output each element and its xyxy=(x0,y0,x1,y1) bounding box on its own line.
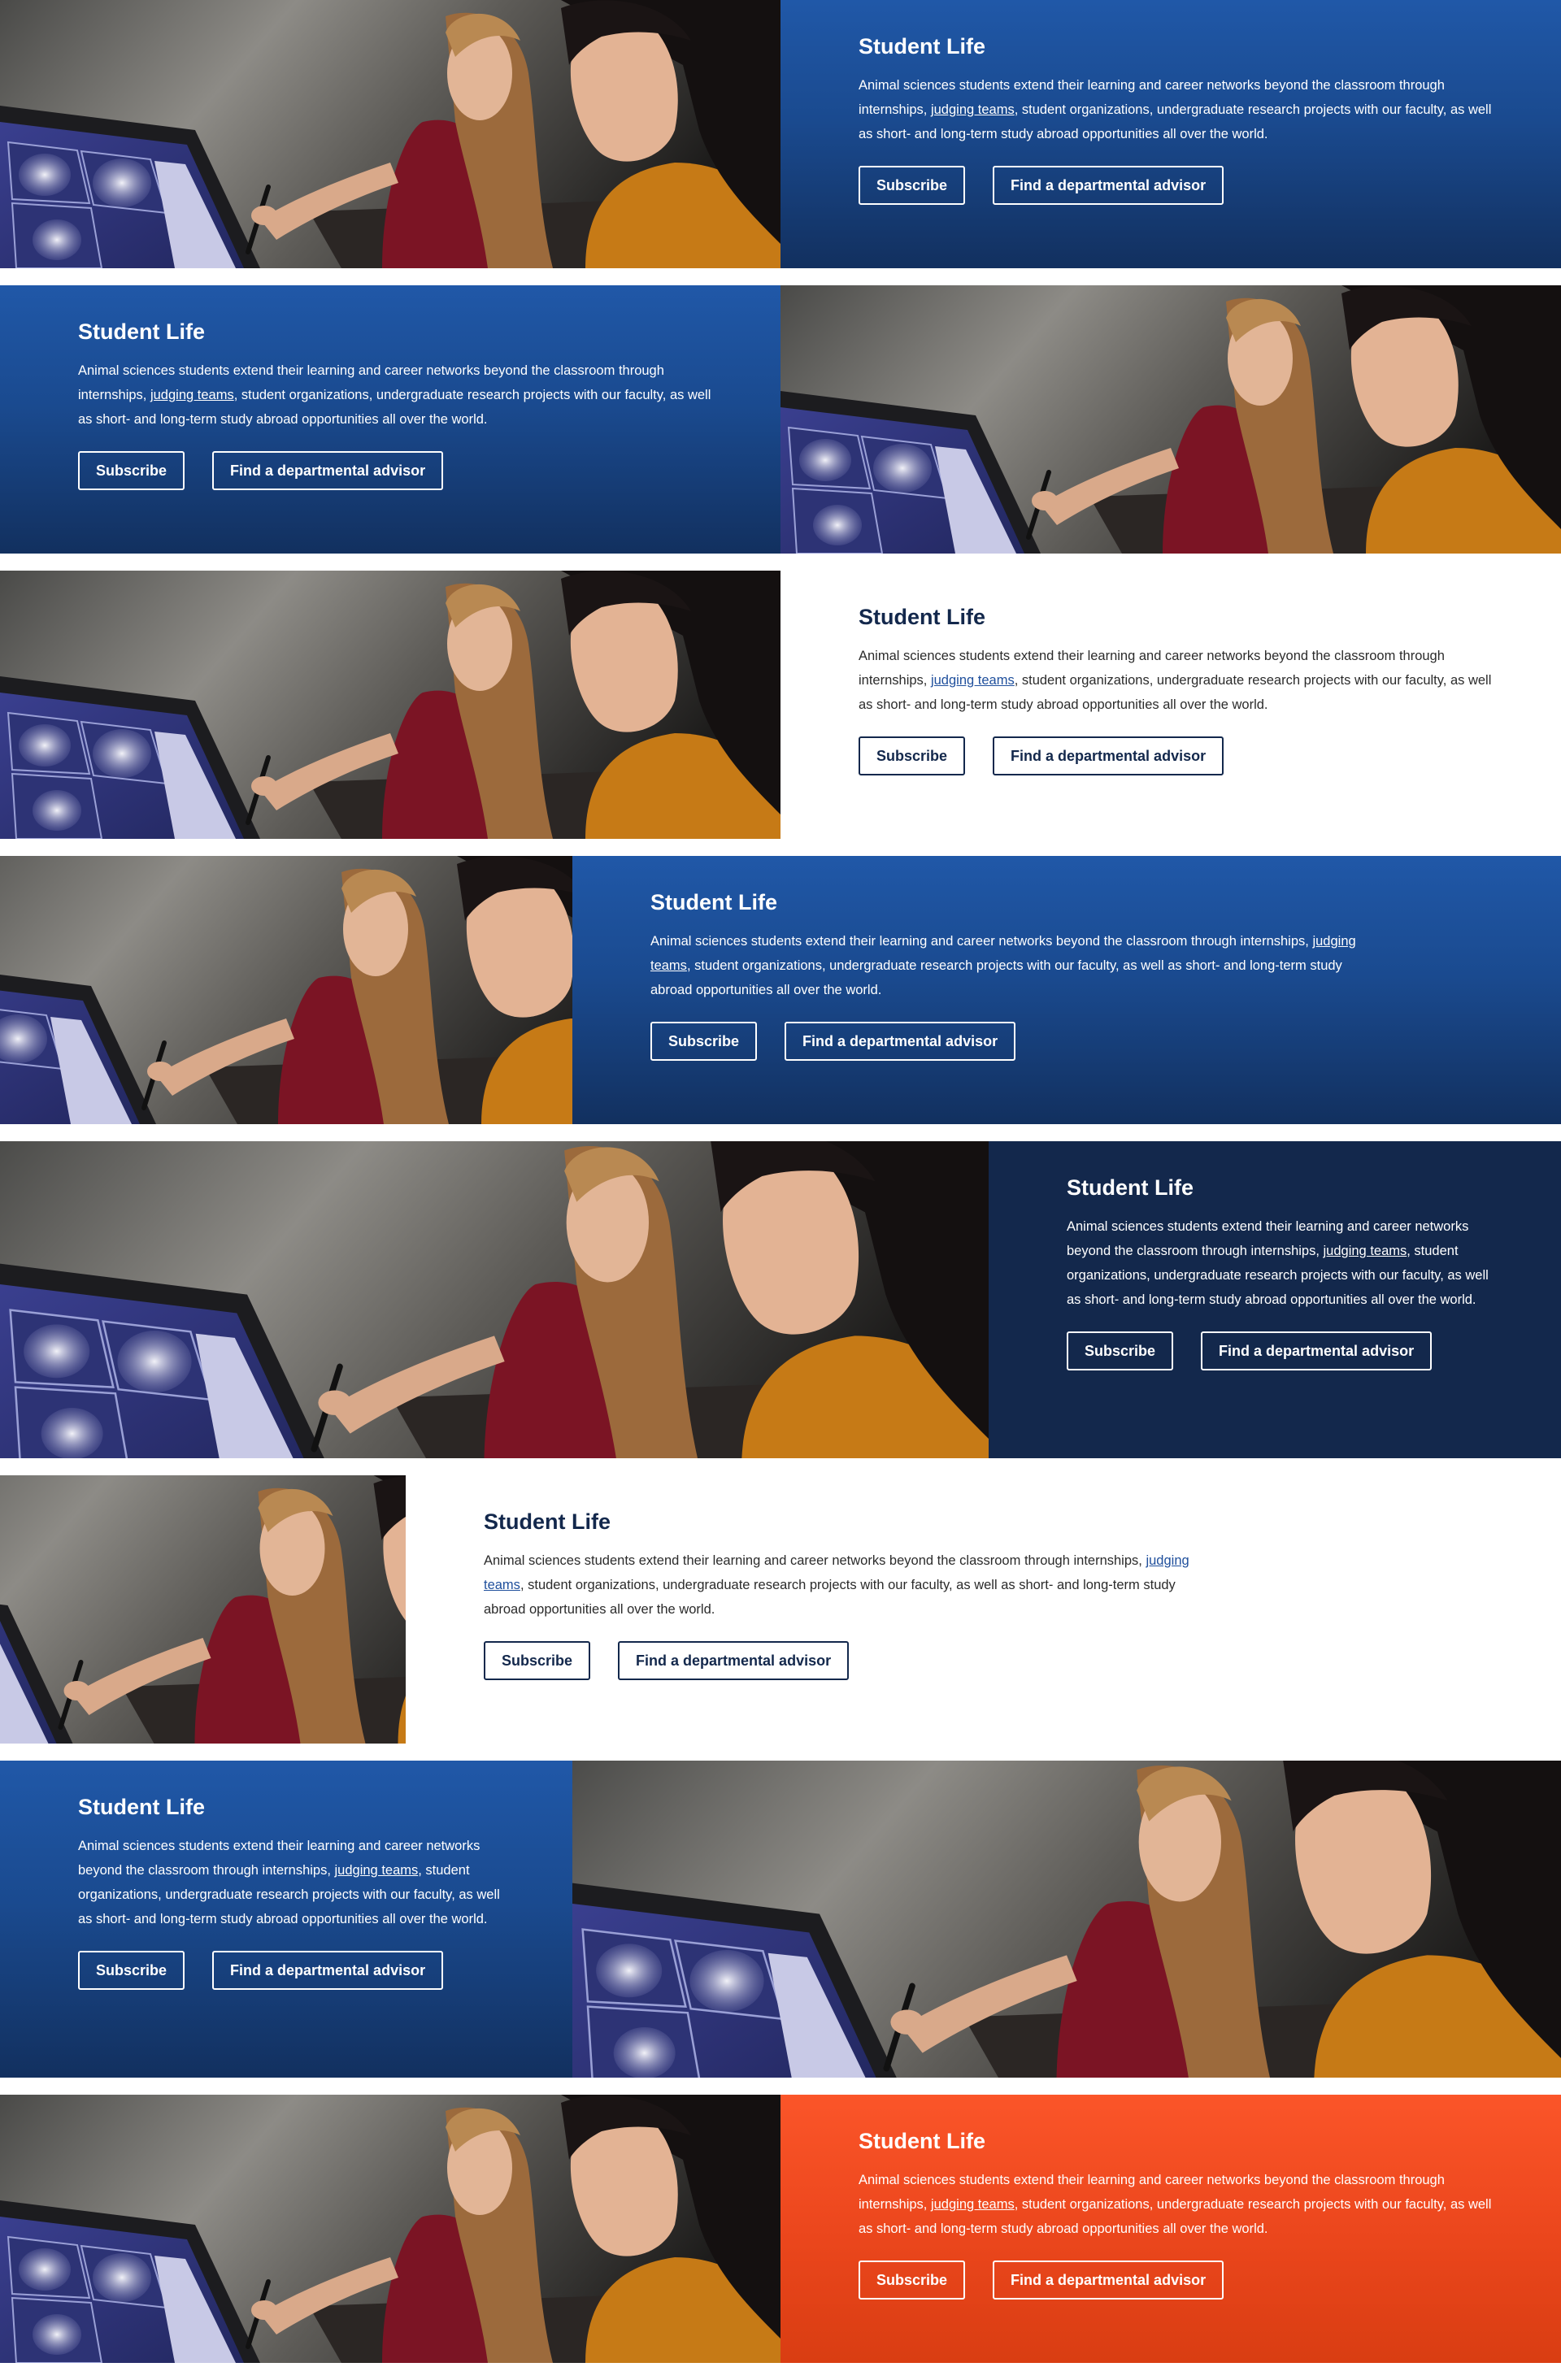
judging-teams-link[interactable]: judging teams xyxy=(931,673,1015,688)
students-photo xyxy=(0,1475,406,1744)
student-life-band-2: Student Life Animal sciences students ex… xyxy=(0,285,1561,554)
subscribe-button[interactable]: Subscribe xyxy=(78,1951,185,1990)
judging-teams-link[interactable]: judging teams xyxy=(1324,1244,1407,1258)
content-block: Student Life Animal sciences students ex… xyxy=(1067,1174,1498,1370)
judging-teams-link[interactable]: judging teams xyxy=(335,1863,419,1878)
students-photo xyxy=(0,856,572,1124)
find-advisor-button[interactable]: Find a departmental advisor xyxy=(212,1951,444,1990)
students-photo xyxy=(0,0,780,268)
student-life-band-7: Student Life Animal sciences students ex… xyxy=(0,1761,1561,2078)
students-photo-art xyxy=(0,856,572,1124)
students-photo xyxy=(780,285,1561,554)
students-photo-art xyxy=(0,1141,989,1458)
section-heading: Student Life xyxy=(859,34,985,59)
content-panel: Student Life Animal sciences students ex… xyxy=(0,1761,572,2078)
section-description: Animal sciences students extend their le… xyxy=(650,934,1356,997)
section-description: Animal sciences students extend their le… xyxy=(859,2173,1492,2236)
find-advisor-button[interactable]: Find a departmental advisor xyxy=(785,1022,1016,1061)
section-description: Animal sciences students extend their le… xyxy=(78,1839,500,1926)
find-advisor-button[interactable]: Find a departmental advisor xyxy=(618,1641,850,1680)
find-advisor-button[interactable]: Find a departmental advisor xyxy=(212,451,444,490)
section-description: Animal sciences students extend their le… xyxy=(859,78,1492,141)
section-description: Animal sciences students extend their le… xyxy=(78,363,711,427)
content-block: Student Life Animal sciences students ex… xyxy=(78,1793,509,1990)
section-description: Animal sciences students extend their le… xyxy=(859,649,1492,712)
student-life-band-1: Student Life Animal sciences students ex… xyxy=(0,0,1561,268)
subscribe-button[interactable]: Subscribe xyxy=(484,1641,591,1680)
button-group: Subscribe Find a departmental advisor xyxy=(484,1641,1215,1680)
section-heading: Student Life xyxy=(78,1795,205,1819)
judging-teams-link[interactable]: judging teams xyxy=(931,2197,1015,2212)
judging-teams-link[interactable]: judging teams xyxy=(150,388,234,402)
button-group: Subscribe Find a departmental advisor xyxy=(859,736,1493,775)
students-photo-art xyxy=(0,0,780,268)
student-life-band-5: Student Life Animal sciences students ex… xyxy=(0,1141,1561,1458)
content-panel: Student Life Animal sciences students ex… xyxy=(780,571,1561,839)
content-block: Student Life Animal sciences students ex… xyxy=(859,2127,1493,2300)
content-panel: Student Life Animal sciences students ex… xyxy=(989,1141,1561,1458)
students-photo xyxy=(0,1141,989,1458)
students-photo xyxy=(572,1761,1561,2078)
button-group: Subscribe Find a departmental advisor xyxy=(1067,1331,1498,1370)
subscribe-button[interactable]: Subscribe xyxy=(859,2261,966,2300)
button-group: Subscribe Find a departmental advisor xyxy=(650,1022,1382,1061)
content-panel: Student Life Animal sciences students ex… xyxy=(406,1475,1561,1744)
students-photo-art xyxy=(780,285,1561,554)
subscribe-button[interactable]: Subscribe xyxy=(650,1022,758,1061)
section-description: Animal sciences students extend their le… xyxy=(484,1553,1189,1617)
button-group: Subscribe Find a departmental advisor xyxy=(78,451,712,490)
students-photo xyxy=(0,571,780,839)
student-life-band-8: Student Life Animal sciences students ex… xyxy=(0,2095,1561,2363)
content-block: Student Life Animal sciences students ex… xyxy=(650,888,1382,1061)
button-group: Subscribe Find a departmental advisor xyxy=(859,166,1493,205)
content-panel: Student Life Animal sciences students ex… xyxy=(780,2095,1561,2363)
judging-teams-link[interactable]: judging teams xyxy=(931,102,1015,117)
content-panel: Student Life Animal sciences students ex… xyxy=(0,285,780,554)
students-photo-art xyxy=(0,2095,780,2363)
subscribe-button[interactable]: Subscribe xyxy=(1067,1331,1174,1370)
student-life-band-6: Student Life Animal sciences students ex… xyxy=(0,1475,1561,1744)
button-group: Subscribe Find a departmental advisor xyxy=(78,1951,509,1990)
page: Student Life Animal sciences students ex… xyxy=(0,0,1561,2380)
content-block: Student Life Animal sciences students ex… xyxy=(859,603,1493,775)
subscribe-button[interactable]: Subscribe xyxy=(859,166,966,205)
content-panel: Student Life Animal sciences students ex… xyxy=(780,0,1561,268)
section-heading: Student Life xyxy=(78,319,205,344)
subscribe-button[interactable]: Subscribe xyxy=(859,736,966,775)
section-heading: Student Life xyxy=(859,2129,985,2153)
section-heading: Student Life xyxy=(859,605,985,629)
find-advisor-button[interactable]: Find a departmental advisor xyxy=(993,736,1224,775)
find-advisor-button[interactable]: Find a departmental advisor xyxy=(993,166,1224,205)
section-heading: Student Life xyxy=(1067,1175,1194,1200)
content-panel: Student Life Animal sciences students ex… xyxy=(572,856,1561,1124)
content-block: Student Life Animal sciences students ex… xyxy=(484,1508,1215,1680)
find-advisor-button[interactable]: Find a departmental advisor xyxy=(993,2261,1224,2300)
student-life-band-3: Student Life Animal sciences students ex… xyxy=(0,571,1561,839)
button-group: Subscribe Find a departmental advisor xyxy=(859,2261,1493,2300)
students-photo xyxy=(0,2095,780,2363)
students-photo-art xyxy=(0,1475,406,1744)
section-description: Animal sciences students extend their le… xyxy=(1067,1219,1489,1307)
section-heading: Student Life xyxy=(484,1509,611,1534)
subscribe-button[interactable]: Subscribe xyxy=(78,451,185,490)
content-block: Student Life Animal sciences students ex… xyxy=(859,33,1493,205)
find-advisor-button[interactable]: Find a departmental advisor xyxy=(1201,1331,1433,1370)
section-heading: Student Life xyxy=(650,890,777,914)
student-life-band-4: Student Life Animal sciences students ex… xyxy=(0,856,1561,1124)
students-photo-art xyxy=(0,571,780,839)
content-block: Student Life Animal sciences students ex… xyxy=(78,318,712,490)
students-photo-art xyxy=(572,1761,1561,2078)
